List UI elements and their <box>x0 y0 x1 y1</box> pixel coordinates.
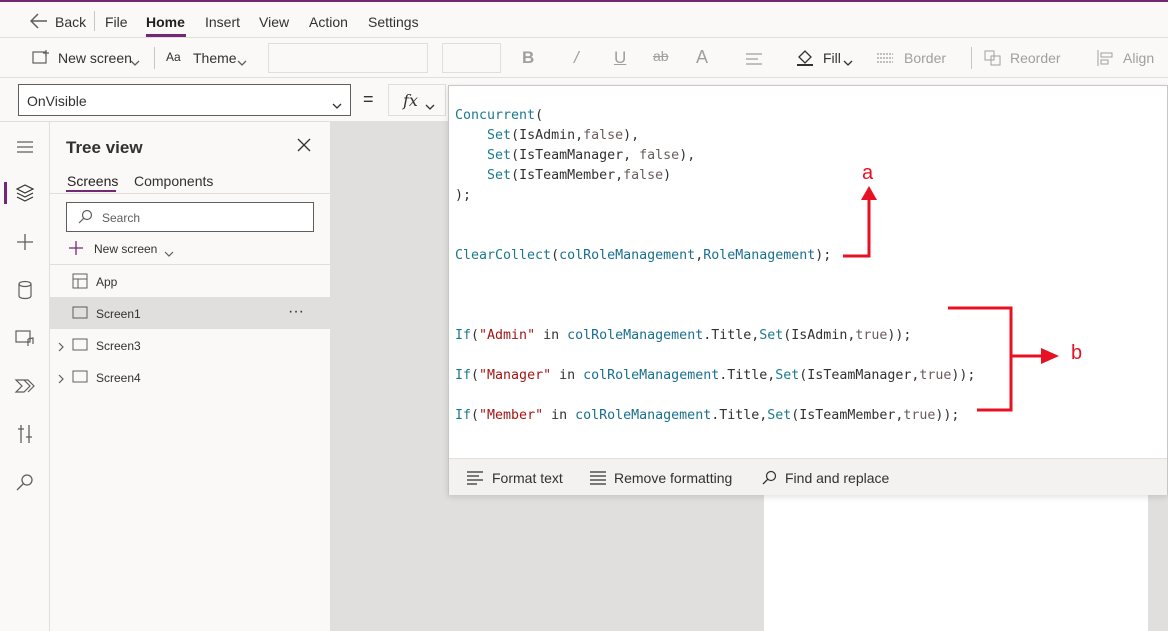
chevron-down-icon <box>237 54 247 72</box>
align-icon <box>1097 50 1113 71</box>
tab-components[interactable]: Components <box>134 173 213 189</box>
menu-divider <box>94 11 95 31</box>
formula-editor-footer: Format text Remove formatting Find and r… <box>449 458 1167 495</box>
chevron-down-icon <box>332 97 342 113</box>
menu-action[interactable]: Action <box>309 14 348 30</box>
formula-editor[interactable]: Concurrent( Set(IsAdmin,false), Set(IsTe… <box>448 85 1168 495</box>
search-icon <box>761 470 777 491</box>
chevron-down-icon <box>425 98 435 116</box>
screen-preview[interactable] <box>764 490 1148 631</box>
formula-code[interactable]: Concurrent( Set(IsAdmin,false), Set(IsTe… <box>455 106 975 426</box>
fx-button[interactable]: fx <box>388 84 446 116</box>
menu-file[interactable]: File <box>105 14 128 30</box>
search-icon[interactable] <box>12 469 38 495</box>
top-menu-bar: Back File Home Insert View Action Settin… <box>0 0 1168 38</box>
menu-settings[interactable]: Settings <box>368 14 419 30</box>
media-icon[interactable] <box>12 325 38 351</box>
layers-icon[interactable] <box>12 180 38 206</box>
annotation-arrow-a <box>843 186 877 258</box>
property-value: OnVisible <box>27 93 87 109</box>
tree-item-label: Screen1 <box>96 307 141 321</box>
annotation-label-a: a <box>862 162 874 184</box>
screen-icon <box>72 338 88 357</box>
chevron-down-icon[interactable] <box>164 245 174 263</box>
advanced-tools-icon[interactable] <box>12 421 38 447</box>
tree-item-screen1[interactable]: Screen1 ··· <box>50 297 330 329</box>
toolbar-divider <box>154 47 155 69</box>
chevron-down-icon <box>843 54 853 72</box>
screen-icon <box>72 370 88 389</box>
hamburger-icon[interactable] <box>12 134 38 160</box>
format-text-button[interactable]: Format text <box>492 470 563 486</box>
back-arrow-icon[interactable] <box>29 13 48 34</box>
fill-button[interactable]: Fill <box>823 50 841 66</box>
tree-item-app[interactable]: App <box>50 265 330 297</box>
font-size-dropdown[interactable] <box>442 43 501 73</box>
tab-divider <box>50 193 330 194</box>
tree-view-panel: Tree view Screens Components Search New … <box>50 122 331 631</box>
equals-sign: = <box>363 89 374 109</box>
power-automate-icon[interactable] <box>12 373 38 399</box>
active-tab-indicator <box>66 190 116 192</box>
screen-icon <box>72 306 88 325</box>
annotation-bracket-b <box>948 306 1059 412</box>
property-dropdown[interactable]: OnVisible <box>18 84 351 116</box>
italic-icon[interactable]: / <box>574 48 579 68</box>
bold-icon[interactable]: B <box>522 48 534 68</box>
search-icon <box>77 209 93 230</box>
fx-label: fx <box>403 91 418 110</box>
tree-item-screen4[interactable]: Screen4 <box>50 361 330 393</box>
close-icon[interactable] <box>297 138 311 157</box>
remove-formatting-icon <box>590 471 606 490</box>
theme-icon: Aa <box>166 50 181 64</box>
border-button[interactable]: Border <box>904 50 946 66</box>
search-placeholder: Search <box>102 211 141 225</box>
new-screen-icon <box>32 50 49 70</box>
new-screen-button[interactable]: New screen <box>58 50 132 66</box>
align-button[interactable]: Align <box>1123 50 1154 66</box>
theme-button[interactable]: Theme <box>193 50 237 66</box>
find-replace-button[interactable]: Find and replace <box>785 470 889 486</box>
tree-item-label: App <box>96 275 118 289</box>
ribbon-toolbar: New screen Aa Theme B / U ab A Fill Bord… <box>0 38 1168 78</box>
menu-home[interactable]: Home <box>146 14 185 30</box>
plus-icon <box>68 240 84 261</box>
left-rail <box>0 122 50 631</box>
format-text-icon <box>467 471 483 490</box>
tree-item-label: Screen4 <box>96 371 141 385</box>
tree-view-title: Tree view <box>66 138 143 157</box>
tab-screens[interactable]: Screens <box>67 173 118 189</box>
border-icon <box>877 52 893 70</box>
app-icon <box>72 273 88 294</box>
more-options-icon[interactable]: ··· <box>288 303 304 321</box>
underline-icon[interactable]: U <box>614 48 626 68</box>
font-family-dropdown[interactable] <box>268 43 428 73</box>
toolbar-divider <box>971 47 972 69</box>
annotation-label-b: b <box>1071 342 1083 364</box>
search-input[interactable]: Search <box>66 202 314 232</box>
menu-insert[interactable]: Insert <box>205 14 240 30</box>
tree-item-screen3[interactable]: Screen3 <box>50 329 330 361</box>
chevron-right-icon[interactable] <box>58 339 65 357</box>
rail-active-indicator <box>4 182 7 204</box>
text-align-icon[interactable] <box>746 52 764 70</box>
menu-view[interactable]: View <box>259 14 289 30</box>
fill-icon[interactable] <box>796 48 814 71</box>
chevron-down-icon <box>130 54 140 72</box>
data-icon[interactable] <box>12 277 38 303</box>
chevron-right-icon[interactable] <box>58 371 65 389</box>
font-color-icon[interactable]: A <box>696 47 708 68</box>
new-screen-button[interactable]: New screen <box>94 242 157 256</box>
reorder-icon <box>984 50 1002 71</box>
reorder-button[interactable]: Reorder <box>1010 50 1061 66</box>
remove-formatting-button[interactable]: Remove formatting <box>614 470 732 486</box>
strikethrough-icon[interactable]: ab <box>653 48 669 64</box>
plus-icon[interactable] <box>12 229 38 255</box>
back-button[interactable]: Back <box>55 14 86 30</box>
tree-item-label: Screen3 <box>96 339 141 353</box>
active-tab-indicator <box>146 34 186 37</box>
